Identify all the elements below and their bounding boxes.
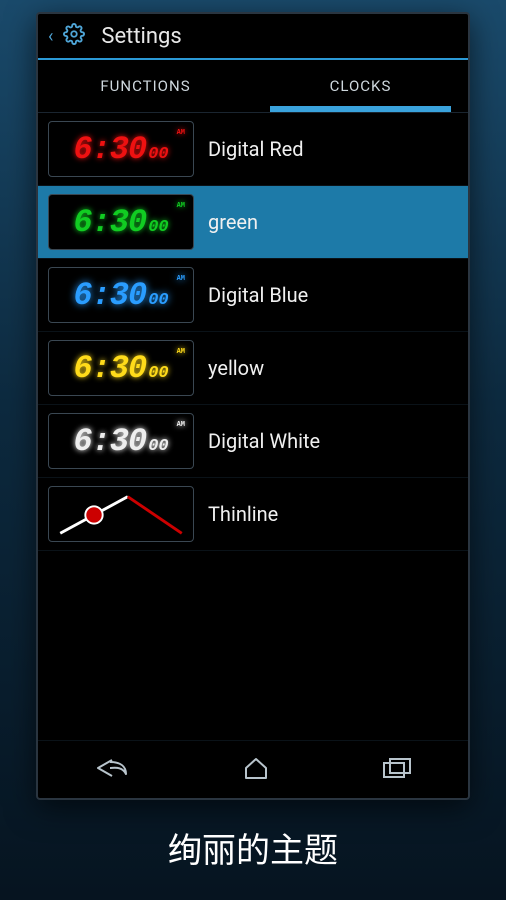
theme-label: Thinline [208,502,278,526]
theme-list: 6:30 00 AM Digital Red 6:30 00 AM green … [38,113,468,740]
clock-ampm: AM [177,348,185,356]
promo-caption: 绚丽的主题 [0,823,506,872]
theme-row-digital-blue[interactable]: 6:30 00 AM Digital Blue [38,259,468,332]
page-title: Settings [101,24,181,49]
clock-sec: 00 [148,291,168,310]
theme-label: Digital Red [208,137,304,161]
theme-row-digital-white[interactable]: 6:30 00 AM Digital White [38,405,468,478]
clock-ampm: AM [177,129,185,137]
clock-main: 6:30 [73,423,146,460]
clock-ampm: AM [177,275,185,283]
clock-sec: 00 [148,218,168,237]
phone-frame: ‹ Settings FUNCTIONS CLOCKS 6:30 00 AM D… [36,12,470,800]
clock-main: 6:30 [73,277,146,314]
clock-preview: 6:30 00 AM [48,194,194,250]
clock-preview [48,486,194,542]
clock-sec: 00 [148,145,168,164]
nav-recent-icon[interactable] [382,757,412,783]
back-icon[interactable]: ‹ [44,26,57,47]
android-navbar [38,740,468,798]
theme-row-yellow[interactable]: 6:30 00 AM yellow [38,332,468,405]
clock-main: 6:30 [73,350,146,387]
theme-label: Digital White [208,429,320,453]
theme-label: green [208,210,258,234]
tabs: FUNCTIONS CLOCKS [38,60,468,112]
theme-label: Digital Blue [208,283,308,307]
clock-ampm: AM [177,202,185,210]
clock-preview: 6:30 00 AM [48,267,194,323]
theme-label: yellow [208,356,264,380]
nav-home-icon[interactable] [242,756,270,784]
clock-main: 6:30 [73,204,146,241]
nav-back-icon[interactable] [94,756,130,784]
tab-clocks[interactable]: CLOCKS [253,60,468,112]
tab-functions[interactable]: FUNCTIONS [38,60,253,112]
clock-preview: 6:30 00 AM [48,121,194,177]
clock-sec: 00 [148,364,168,383]
theme-row-thinline[interactable]: Thinline [38,478,468,551]
clock-main: 6:30 [73,131,146,168]
clock-preview: 6:30 00 AM [48,340,194,396]
gear-icon[interactable] [63,23,85,49]
theme-row-green[interactable]: 6:30 00 AM green [38,186,468,259]
clock-preview: 6:30 00 AM [48,413,194,469]
theme-row-digital-red[interactable]: 6:30 00 AM Digital Red [38,113,468,186]
app-bar: ‹ Settings [38,14,468,58]
clock-sec: 00 [148,437,168,456]
clock-ampm: AM [177,421,185,429]
